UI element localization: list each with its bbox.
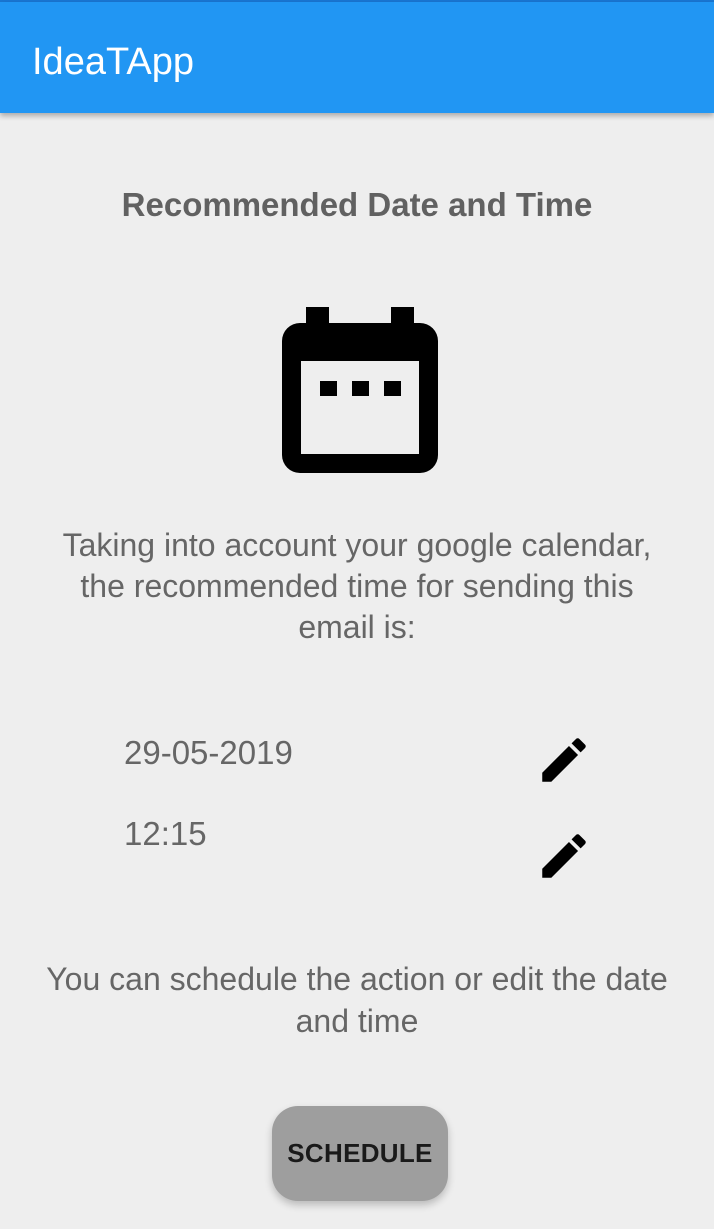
recommended-time: 12:15 [124,815,207,852]
calendar-icon [282,303,438,475]
app-title: IdeaTApp [32,41,194,83]
recommendation-description: Taking into account your google calendar… [62,527,652,645]
recommended-date: 29-05-2019 [124,734,293,771]
app-bar: IdeaTApp [0,2,714,113]
edit-time-button[interactable] [535,827,593,885]
schedule-button[interactable]: SCHEDULE [272,1106,448,1201]
schedule-hint-text: You can schedule the action or edit the … [46,961,668,1039]
pencil-icon [542,834,586,878]
pencil-icon [542,738,586,782]
edit-date-button[interactable] [535,731,593,789]
schedule-button-label: SCHEDULE [287,1138,433,1168]
page-heading: Recommended Date and Time [121,186,593,223]
